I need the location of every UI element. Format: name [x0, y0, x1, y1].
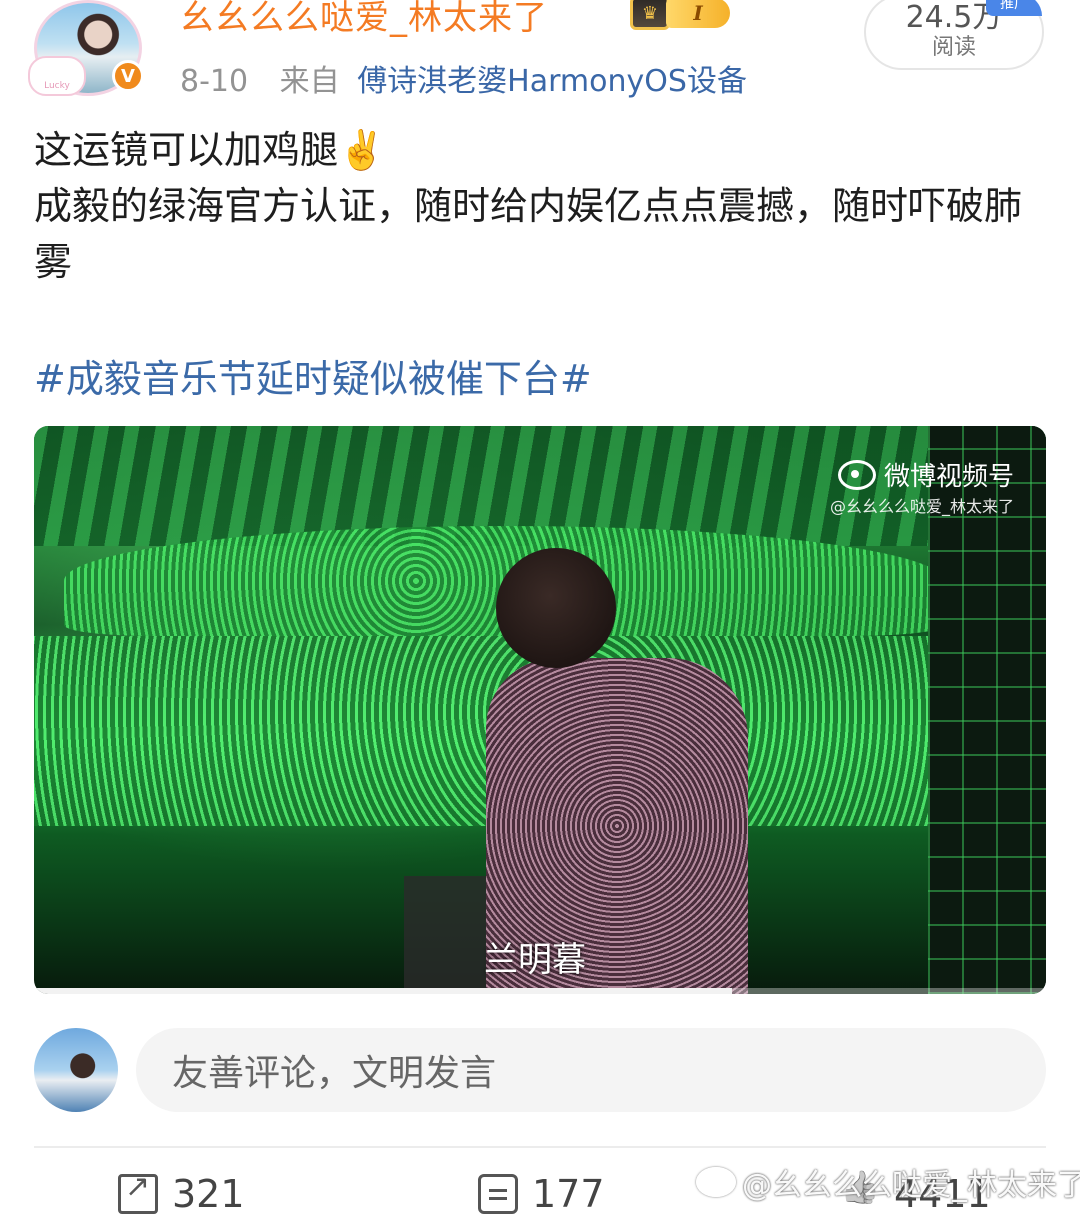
video-progress-bar[interactable] — [34, 988, 1046, 994]
avatar-sticker-text: Lucky — [44, 81, 70, 91]
avatar-sticker: Lucky — [28, 56, 86, 96]
share-button[interactable]: 321 — [118, 1169, 245, 1216]
share-icon — [118, 1169, 158, 1214]
promo-corner-tag: 推广 — [986, 0, 1042, 16]
video-watermark: 微博视频号 @幺幺么么哒爱_林太来了 — [830, 456, 1014, 517]
post-line-2: 成毅的绿海官方认证，随时给内娱亿点点震撼，随时吓破肺雾 — [34, 184, 1023, 284]
page-watermark-text: @幺幺么么哒爱_林太来了 — [742, 1168, 1080, 1203]
read-label: 阅读 — [931, 35, 976, 60]
post-meta: 8-10 来自 傅诗淇老婆HarmonyOS设备 — [180, 56, 747, 100]
author-username[interactable]: 幺幺么么哒爱_林太来了 — [180, 0, 548, 39]
video-subtitle: 兰明暮 — [484, 940, 586, 980]
current-user-avatar[interactable] — [34, 1028, 118, 1112]
video-progress-fill — [34, 988, 733, 994]
post-line-1: 这运镜可以加鸡腿✌️ — [34, 128, 386, 172]
device-source[interactable]: 傅诗淇老婆HarmonyOS设备 — [357, 64, 747, 99]
from-label: 来自 — [279, 64, 340, 99]
comment-button[interactable]: 177 — [478, 1172, 605, 1216]
comment-input[interactable]: 友善评论，文明发言 — [136, 1028, 1046, 1112]
video-watermark-user: @幺幺么么哒爱_林太来了 — [829, 497, 1014, 516]
post-text: 这运镜可以加鸡腿✌️ 成毅的绿海官方认证，随时给内娱亿点点震撼，随时吓破肺雾 — [34, 122, 1050, 290]
level-tag: I — [666, 0, 730, 28]
crown-icon: ♛ — [630, 0, 670, 30]
page-watermark: @幺幺么么哒爱_林太来了 — [696, 1160, 1080, 1204]
hashtag-link[interactable]: #成毅音乐节延时疑似被催下台# — [34, 348, 592, 403]
video-watermark-title: 微博视频号 — [883, 462, 1014, 492]
video-player[interactable]: 微博视频号 @幺幺么么哒爱_林太来了 兰明暮 — [34, 426, 1046, 994]
weibo-watermark-icon — [696, 1167, 736, 1197]
read-count-badge[interactable]: 推广 24.5万 阅读 — [864, 0, 1044, 70]
weibo-logo-icon — [837, 459, 876, 490]
author-avatar-group[interactable]: Lucky V — [28, 0, 148, 100]
lower-stands — [34, 636, 934, 826]
level-badge[interactable]: ♛ I — [630, 0, 738, 36]
singer-head — [496, 548, 616, 668]
verified-icon: V — [112, 60, 144, 92]
comment-icon — [478, 1174, 518, 1214]
comment-count: 177 — [532, 1172, 605, 1216]
post-date: 8-10 — [180, 64, 249, 99]
share-count: 321 — [172, 1172, 245, 1216]
divider — [34, 1146, 1046, 1148]
